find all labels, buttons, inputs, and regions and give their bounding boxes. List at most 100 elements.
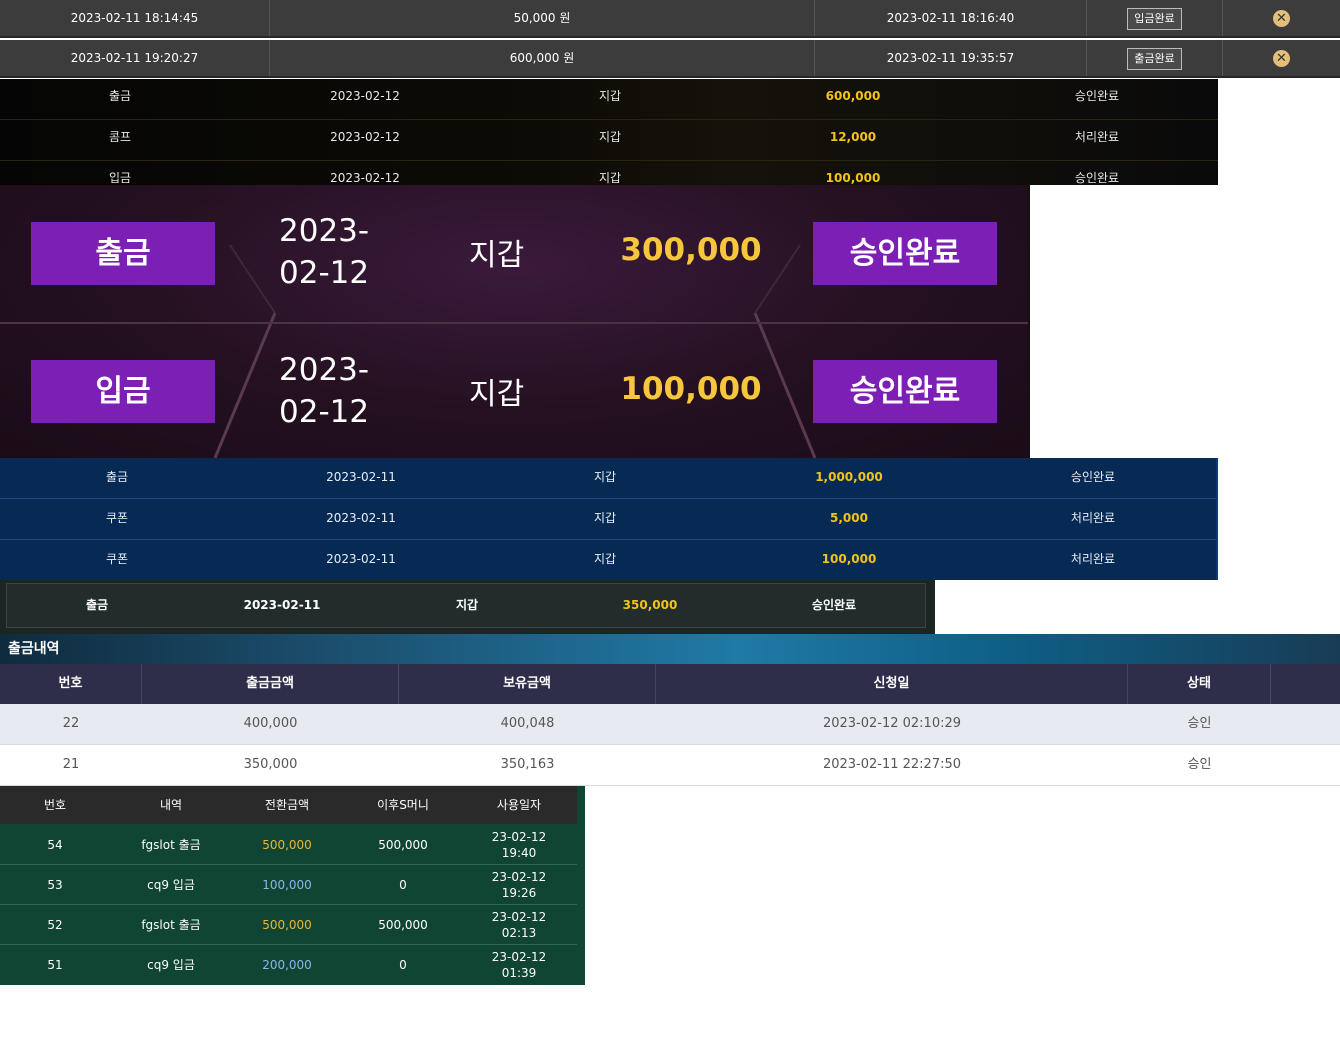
- status-badge: 승인완료: [813, 222, 997, 285]
- date: 2023-02-12: [330, 130, 400, 144]
- cell-balance: 350,163: [500, 757, 555, 772]
- cell-no: 52: [47, 918, 63, 932]
- amount: 600,000 원: [270, 40, 815, 76]
- status: 승인완료: [1070, 470, 1116, 484]
- cell-amount: 200,000: [262, 958, 312, 972]
- date: 2023-02-11: [326, 511, 396, 525]
- type-badge: 출금: [31, 222, 215, 285]
- cell-date: 23-02-12 19:40: [464, 825, 574, 865]
- status-badge[interactable]: 입금완료: [1127, 7, 1182, 30]
- column-header: 출금금액: [142, 664, 399, 704]
- type: 출금: [108, 89, 132, 103]
- close-icon[interactable]: ✕: [1273, 50, 1290, 67]
- column-header: 보유금액: [399, 664, 656, 704]
- status-cell: 출금완료: [1087, 40, 1223, 76]
- column-header: 내역: [159, 798, 183, 812]
- amount: 600,000: [825, 89, 881, 103]
- type: 입금: [108, 171, 132, 185]
- cell-date: 23-02-12 02:13: [464, 905, 574, 945]
- wallet: 지갑: [455, 598, 479, 612]
- list-item: 입금 2023-02-12 지갑 100,000 승인완료: [0, 161, 1218, 185]
- list-item: 콤프 2023-02-12 지갑 12,000 처리완료: [0, 120, 1218, 161]
- table-row: 53 cq9 입금 100,000 0 23-02-12 19:26: [0, 865, 577, 905]
- type: 출금: [105, 470, 129, 484]
- column-header: 번호: [43, 798, 67, 812]
- status: 승인완료: [811, 598, 857, 612]
- cell-amount: 500,000: [262, 838, 312, 852]
- cell-date: 2023-02-11 22:27:50: [822, 757, 962, 772]
- amount: 100,000: [620, 371, 762, 407]
- column-header: 신청일: [656, 664, 1128, 704]
- amount: 350,000: [622, 598, 678, 612]
- cell-after: 0: [399, 958, 407, 972]
- date: 2023- 02-12: [279, 349, 399, 433]
- wallet: 지갑: [598, 171, 622, 185]
- cell-date: 23-02-12 19:26: [464, 865, 574, 905]
- cell-amount: 500,000: [262, 918, 312, 932]
- cell-status: 승인: [1187, 757, 1212, 772]
- wallet: 지갑: [593, 511, 617, 525]
- delete-cell: ✕: [1223, 40, 1340, 76]
- cell-desc: cq9 입금: [147, 958, 195, 972]
- type: 출금: [85, 598, 109, 612]
- status-badge: 승인완료: [813, 360, 997, 423]
- date-line-2: 02-12: [279, 394, 370, 430]
- amount: 300,000: [620, 232, 762, 268]
- date-line-1: 2023-: [279, 352, 370, 388]
- column-header: 번호: [0, 664, 142, 704]
- row-divider: [0, 322, 1028, 324]
- cell-after: 500,000: [378, 838, 428, 852]
- date-time: 02:13: [501, 926, 537, 940]
- cell-after: 0: [399, 878, 407, 892]
- wallet: 지갑: [593, 470, 617, 484]
- cell-no: 53: [47, 878, 63, 892]
- cell-balance: 400,048: [500, 716, 555, 731]
- cell-desc: fgslot 출금: [141, 838, 201, 852]
- status-cell: 입금완료: [1087, 0, 1223, 36]
- teal-history-panel: 출금 2023-02-11 지갑 350,000 승인완료: [0, 580, 935, 634]
- close-icon[interactable]: ✕: [1273, 10, 1290, 27]
- request-time: 2023-02-11 19:20:27: [0, 40, 270, 76]
- date: 2023-02-12: [330, 171, 400, 185]
- date-day: 23-02-12: [491, 870, 547, 884]
- date-day: 23-02-12: [491, 950, 547, 964]
- cell-date: 2023-02-12 02:10:29: [822, 716, 962, 731]
- request-time: 2023-02-11 18:14:45: [0, 0, 270, 36]
- date-day: 23-02-12: [491, 830, 547, 844]
- date-time: 19:40: [501, 846, 537, 860]
- status: 처리완료: [1074, 130, 1120, 144]
- withdraw-header: 출금내역: [0, 634, 1340, 664]
- date: 2023-02-12: [330, 89, 400, 103]
- cell-no: 22: [62, 716, 80, 731]
- list-item: 출금 2023-02-11 지갑 1,000,000 승인완료: [0, 458, 1216, 499]
- wallet: 지갑: [469, 377, 525, 412]
- cell-no: 21: [62, 757, 80, 772]
- date-day: 23-02-12: [491, 910, 547, 924]
- cell-desc: cq9 입금: [147, 878, 195, 892]
- date-line-2: 02-12: [279, 255, 370, 291]
- date-line-1: 2023-: [279, 213, 370, 249]
- column-header: 전환금액: [264, 798, 310, 812]
- table-header: 번호 출금금액 보유금액 신청일 상태: [0, 664, 1340, 704]
- process-time: 2023-02-11 19:35:57: [815, 40, 1087, 76]
- status: 처리완료: [1070, 552, 1116, 566]
- status-badge[interactable]: 출금완료: [1127, 47, 1182, 70]
- list-item: 출금 2023-02-11 지갑 350,000 승인완료: [6, 583, 926, 628]
- blue-history-panel: 출금 2023-02-11 지갑 1,000,000 승인완료 쿠폰 2023-…: [0, 458, 1218, 580]
- status: 승인완료: [1074, 171, 1120, 185]
- table-header: 번호 내역 전환금액 이후S머니 사용일자: [0, 786, 577, 824]
- history-row: 2023-02-11 18:14:45 50,000 원 2023-02-11 …: [0, 0, 1340, 38]
- history-row: 2023-02-11 19:20:27 600,000 원 2023-02-11…: [0, 40, 1340, 78]
- wallet: 지갑: [593, 552, 617, 566]
- process-time: 2023-02-11 18:16:40: [815, 0, 1087, 36]
- cell-no: 54: [47, 838, 63, 852]
- status: 처리완료: [1070, 511, 1116, 525]
- delete-cell: ✕: [1223, 0, 1340, 36]
- type: 쿠폰: [105, 511, 129, 525]
- amount: 1,000,000: [815, 470, 883, 484]
- wallet: 지갑: [598, 130, 622, 144]
- column-header: 사용일자: [496, 798, 542, 812]
- black-history-panel: 출금 2023-02-12 지갑 600,000 승인완료 콤프 2023-02…: [0, 79, 1218, 185]
- list-item: 출금 2023-02-12 지갑 600,000 승인완료: [0, 79, 1218, 120]
- amount: 50,000 원: [270, 0, 815, 36]
